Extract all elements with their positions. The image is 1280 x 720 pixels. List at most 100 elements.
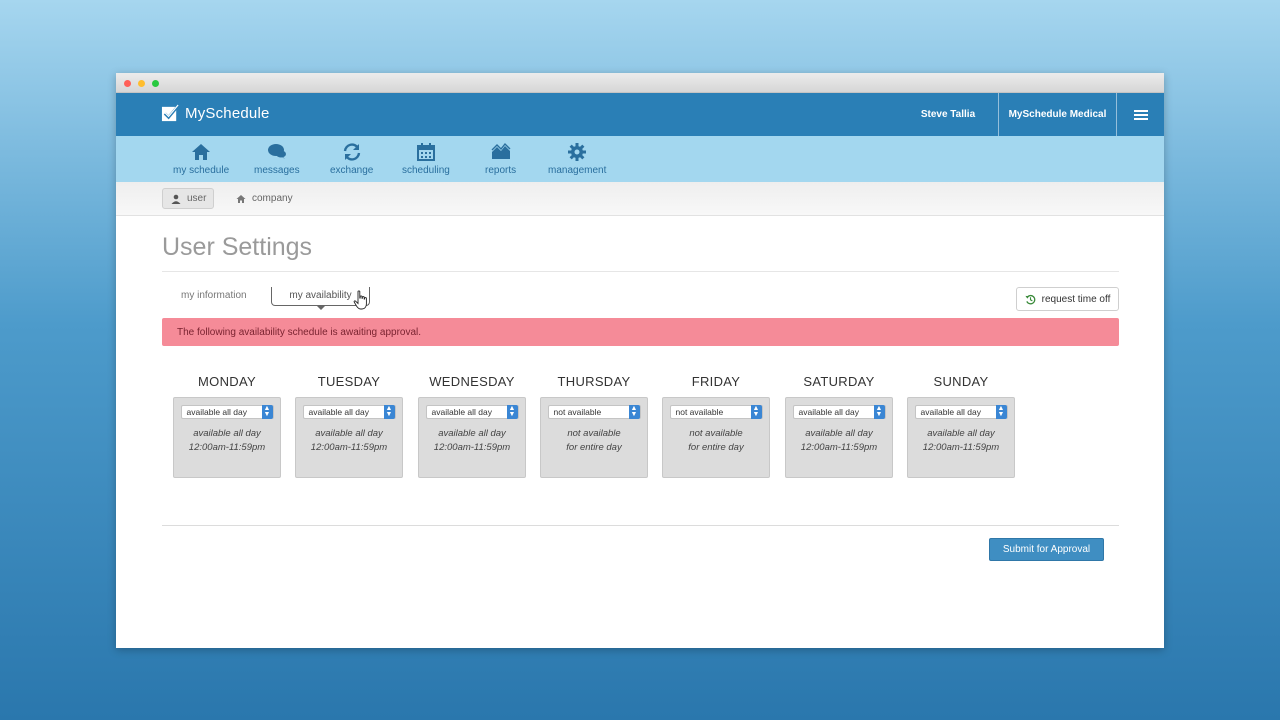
availability-line2: 12:00am-11:59pm (188, 442, 266, 453)
day-card: available all day ▲ ▼ available all day 12:… (418, 397, 526, 478)
availability-select-value: available all day (798, 407, 859, 417)
day-column-thursday: THURSDAY not available ▲ ▼ not available fo… (540, 374, 648, 478)
organization-menu[interactable]: MySchedule Medical (998, 93, 1116, 136)
nav-label: reports (485, 165, 517, 176)
close-window-button[interactable] (124, 80, 131, 87)
availability-select-value: not available (553, 407, 602, 417)
user-settings-button[interactable]: user (162, 188, 214, 209)
day-column-saturday: SATURDAY available all day ▲ ▼ available a… (785, 374, 893, 478)
hamburger-icon (1133, 108, 1148, 122)
footer-divider (162, 525, 1119, 526)
chat-icon (267, 144, 286, 159)
nav-messages[interactable]: messages (254, 142, 300, 176)
nav-my-schedule[interactable]: my schedule (173, 142, 229, 176)
tab-my-information[interactable]: my information (181, 290, 247, 301)
browser-window: MySchedule Steve Tallia MySchedule Medic… (116, 73, 1164, 648)
availability-description: available all day 12:00am-11:59pm (786, 427, 892, 455)
nav-reports[interactable]: reports (485, 142, 516, 176)
history-clock-icon (1025, 294, 1035, 304)
select-arrows-icon: ▲ ▼ (873, 405, 885, 419)
nav-label: scheduling (402, 165, 450, 176)
day-card: not available ▲ ▼ not available for entire … (540, 397, 648, 478)
availability-select[interactable]: available all day ▲ ▼ (302, 405, 396, 419)
availability-select[interactable]: not available ▲ ▼ (669, 405, 763, 419)
availability-line1: not available (689, 428, 743, 439)
day-card: available all day ▲ ▼ available all day 12:… (907, 397, 1015, 478)
day-name: WEDNESDAY (429, 374, 515, 389)
day-name: SUNDAY (933, 374, 989, 389)
day-name: MONDAY (198, 374, 256, 389)
availability-line1: not available (567, 428, 621, 439)
availability-description: available all day 12:00am-11:59pm (908, 427, 1014, 455)
nav-label: messages (254, 165, 300, 176)
select-arrows-icon: ▲ ▼ (628, 405, 640, 419)
pending-approval-alert: The following availability schedule is a… (162, 318, 1119, 346)
availability-line1: available all day (315, 428, 383, 439)
request-time-off-button[interactable]: request time off (1016, 287, 1119, 311)
select-arrows-icon: ▲ ▼ (750, 405, 762, 419)
nav-label: management (548, 165, 607, 176)
user-settings-label: user (187, 193, 207, 204)
availability-description: available all day 12:00am-11:59pm (296, 427, 402, 455)
submit-for-approval-button[interactable]: Submit for Approval (989, 538, 1104, 561)
availability-select[interactable]: available all day ▲ ▼ (180, 405, 274, 419)
app-logo[interactable]: MySchedule (161, 104, 270, 123)
availability-line1: available all day (927, 428, 995, 439)
calendar-icon (416, 143, 435, 161)
day-column-tuesday: TUESDAY available all day ▲ ▼ available al… (295, 374, 403, 478)
nav-scheduling[interactable]: scheduling (402, 142, 450, 176)
user-menu[interactable]: Steve Tallia (898, 93, 998, 136)
window-titlebar (116, 73, 1164, 93)
top-header: MySchedule Steve Tallia MySchedule Medic… (116, 93, 1164, 136)
day-name: THURSDAY (557, 374, 631, 389)
tab-my-availability-label: my availability (289, 290, 352, 301)
day-column-wednesday: WEDNESDAY available all day ▲ ▼ available … (418, 374, 526, 478)
company-settings-button[interactable]: company (236, 188, 293, 209)
availability-line1: available all day (805, 428, 873, 439)
day-column-friday: FRIDAY not available ▲ ▼ not available for … (662, 374, 770, 478)
day-name: SATURDAY (803, 374, 875, 389)
hand-pointer-icon (353, 290, 367, 310)
nav-exchange[interactable]: exchange (330, 142, 373, 176)
day-column-monday: MONDAY available all day ▲ ▼ available all… (173, 374, 281, 478)
person-icon (171, 194, 181, 204)
nav-label: exchange (330, 165, 374, 176)
company-settings-label: company (252, 193, 293, 204)
minimize-window-button[interactable] (138, 80, 145, 87)
availability-line2: for entire day (688, 442, 744, 453)
page-title: User Settings (162, 233, 313, 261)
maximize-window-button[interactable] (152, 80, 159, 87)
day-card: available all day ▲ ▼ available all day 12:… (295, 397, 403, 478)
main-nav: my schedule messages exchange scheduling… (116, 136, 1164, 182)
day-card: available all day ▲ ▼ available all day 12:… (785, 397, 893, 478)
checkmark-logo-icon (161, 104, 180, 122)
availability-line2: 12:00am-11:59pm (922, 442, 1000, 453)
select-arrows-icon: ▲ ▼ (995, 405, 1007, 419)
day-name: FRIDAY (691, 374, 741, 389)
availability-select[interactable]: not available ▲ ▼ (547, 405, 641, 419)
home-icon (192, 144, 211, 160)
select-arrows-icon: ▲ ▼ (383, 405, 395, 419)
availability-line2: 12:00am-11:59pm (433, 442, 511, 453)
availability-select[interactable]: available all day ▲ ▼ (792, 405, 886, 419)
availability-select-value: available all day (920, 407, 981, 417)
nav-management[interactable]: management (548, 142, 606, 176)
availability-line1: available all day (438, 428, 506, 439)
availability-line1: available all day (193, 428, 261, 439)
day-column-sunday: SUNDAY available all day ▲ ▼ available all… (907, 374, 1015, 478)
availability-select[interactable]: available all day ▲ ▼ (914, 405, 1008, 419)
app-name: MySchedule (185, 105, 270, 122)
sub-navigation: user company (116, 182, 1164, 216)
availability-select-value: available all day (308, 407, 369, 417)
hamburger-menu-button[interactable] (1116, 93, 1164, 136)
availability-description: not available for entire day (663, 427, 769, 455)
select-arrows-icon: ▲ ▼ (506, 405, 518, 419)
day-card: available all day ▲ ▼ available all day 12:… (173, 397, 281, 478)
availability-description: not available for entire day (541, 427, 647, 455)
day-name: TUESDAY (317, 374, 381, 389)
availability-select-value: available all day (186, 407, 247, 417)
request-time-off-label: request time off (1041, 293, 1111, 305)
availability-line2: for entire day (566, 442, 622, 453)
availability-select[interactable]: available all day ▲ ▼ (425, 405, 519, 419)
day-card: not available ▲ ▼ not available for entire … (662, 397, 770, 478)
